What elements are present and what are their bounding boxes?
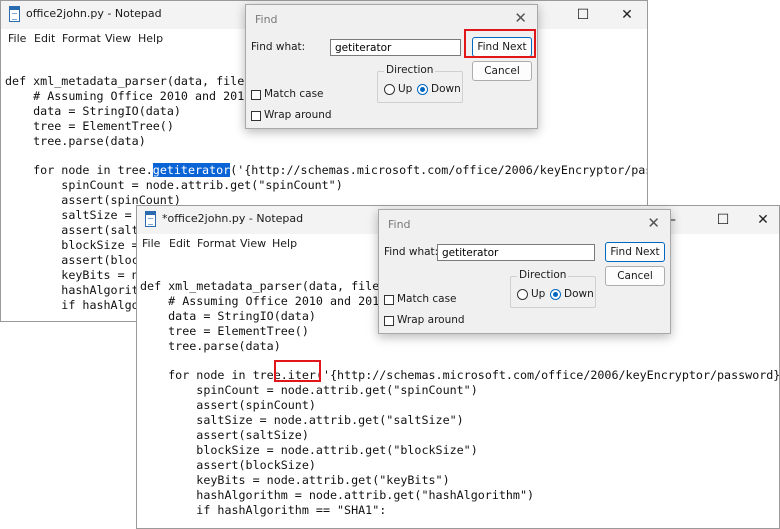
match-case-label: Match case xyxy=(264,88,324,100)
down-radio[interactable] xyxy=(417,84,428,95)
menu-view[interactable]: View xyxy=(240,237,266,250)
maximize-icon[interactable]: ☐ xyxy=(701,206,745,234)
down-label: Down xyxy=(564,288,594,300)
code-line: blockSize = node.attrib.get("blockSize") xyxy=(140,443,478,457)
menu-edit[interactable]: Edit xyxy=(34,32,55,45)
find-what-input[interactable] xyxy=(330,39,461,56)
code-line: for node in tree.getiterator('{http://sc… xyxy=(5,163,648,177)
match-case-label: Match case xyxy=(397,293,457,305)
find-dialog-title: Find xyxy=(255,13,278,26)
code-line: def xml_metadata_parser(data, filena xyxy=(5,74,259,88)
wrap-around-label: Wrap around xyxy=(264,109,332,121)
code-text: ('{http://schemas.microsoft.com/office/2… xyxy=(315,368,780,382)
find-next-button[interactable]: Find Next xyxy=(605,242,665,262)
maximize-icon[interactable]: ☐ xyxy=(561,1,605,29)
cancel-button[interactable]: Cancel xyxy=(605,266,665,286)
code-line: data = StringIO(data) xyxy=(140,309,316,323)
close-icon[interactable]: ✕ xyxy=(741,206,779,234)
code-line: tree = ElementTree() xyxy=(5,119,174,133)
menu-format[interactable]: Format xyxy=(197,237,236,250)
code-text: for node in tree. xyxy=(140,368,288,382)
down-label: Down xyxy=(431,83,461,95)
up-label: Up xyxy=(531,288,546,300)
menu-help[interactable]: Help xyxy=(138,32,163,45)
code-line: saltSize = n xyxy=(5,208,146,222)
iter-highlight xyxy=(274,360,321,382)
direction-group: Direction Up Down xyxy=(510,269,596,308)
selected-search-match: getiterator xyxy=(152,163,231,177)
close-icon[interactable]: ✕ xyxy=(605,1,647,29)
front-find-dialog[interactable]: Find ✕ Find what: Find Next Cancel Direc… xyxy=(378,209,671,334)
up-radio[interactable] xyxy=(384,84,395,95)
code-line: spinCount = node.attrib.get("spinCount") xyxy=(140,383,478,397)
code-line: hashAlgorithm = node.attrib.get("hashAlg… xyxy=(140,488,535,502)
code-line: hashAlgorith xyxy=(5,283,146,297)
code-line: assert(blockSize) xyxy=(140,458,316,472)
front-window-title: *office2john.py - Notepad xyxy=(162,212,304,225)
code-line: assert(saltS xyxy=(5,223,146,237)
code-line: assert(spinCount) xyxy=(140,398,316,412)
notepad-icon xyxy=(9,6,20,22)
code-line: if hashAlgo xyxy=(5,298,139,312)
menu-edit[interactable]: Edit xyxy=(169,237,190,250)
back-find-dialog[interactable]: Find ✕ Find what: Find Next Cancel Direc… xyxy=(245,4,538,129)
menu-file[interactable]: File xyxy=(8,32,26,45)
code-line: def xml_metadata_parser(data, filena xyxy=(140,279,394,293)
code-line: if hashAlgorithm == "SHA1": xyxy=(140,503,387,517)
down-radio[interactable] xyxy=(550,289,561,300)
code-text: for node in tree. xyxy=(5,163,153,177)
find-what-input[interactable] xyxy=(437,244,595,261)
wrap-around-checkbox[interactable] xyxy=(384,316,394,326)
menu-format[interactable]: Format xyxy=(62,32,101,45)
find-what-label: Find what: xyxy=(251,41,306,53)
menu-view[interactable]: View xyxy=(105,32,131,45)
find-what-label: Find what: xyxy=(384,246,439,258)
notepad-icon xyxy=(145,211,156,227)
menu-file[interactable]: File xyxy=(142,237,160,250)
direction-group: Direction Up Down xyxy=(377,64,463,103)
wrap-around-label: Wrap around xyxy=(397,314,465,326)
code-line: tree = ElementTree() xyxy=(140,324,309,338)
close-icon[interactable]: ✕ xyxy=(514,9,527,27)
direction-label: Direction xyxy=(517,269,569,281)
code-line: data = StringIO(data) xyxy=(5,104,181,118)
menu-help[interactable]: Help xyxy=(272,237,297,250)
code-line: for node in tree.iter('{http://schemas.m… xyxy=(140,368,780,382)
match-case-checkbox[interactable] xyxy=(384,295,394,305)
find-dialog-title: Find xyxy=(388,218,411,231)
direction-label: Direction xyxy=(384,64,436,76)
code-line: keyBits = node.attrib.get("keyBits") xyxy=(140,473,450,487)
back-window-title: office2john.py - Notepad xyxy=(26,7,162,20)
wrap-around-checkbox[interactable] xyxy=(251,111,261,121)
code-line: assert(block xyxy=(5,253,146,267)
cancel-button[interactable]: Cancel xyxy=(472,61,532,81)
up-label: Up xyxy=(398,83,413,95)
code-line: blockSize = xyxy=(5,238,146,252)
code-line: # Assuming Office 2010 and 2013 xyxy=(140,294,387,308)
code-line: assert(saltSize) xyxy=(140,428,309,442)
code-text: ('{http://schemas.microsoft.com/office/2… xyxy=(230,163,648,177)
find-next-highlight xyxy=(464,29,536,58)
code-line: keyBits = no xyxy=(5,268,146,282)
code-line: # Assuming Office 2010 and 2013 xyxy=(5,89,252,103)
close-icon[interactable]: ✕ xyxy=(647,214,660,232)
up-radio[interactable] xyxy=(517,289,528,300)
code-line: tree.parse(data) xyxy=(5,134,146,148)
match-case-checkbox[interactable] xyxy=(251,90,261,100)
code-line: saltSize = node.attrib.get("saltSize") xyxy=(140,413,464,427)
code-line: spinCount = node.attrib.get("spinCount") xyxy=(5,178,343,192)
code-line: tree.parse(data) xyxy=(140,339,281,353)
